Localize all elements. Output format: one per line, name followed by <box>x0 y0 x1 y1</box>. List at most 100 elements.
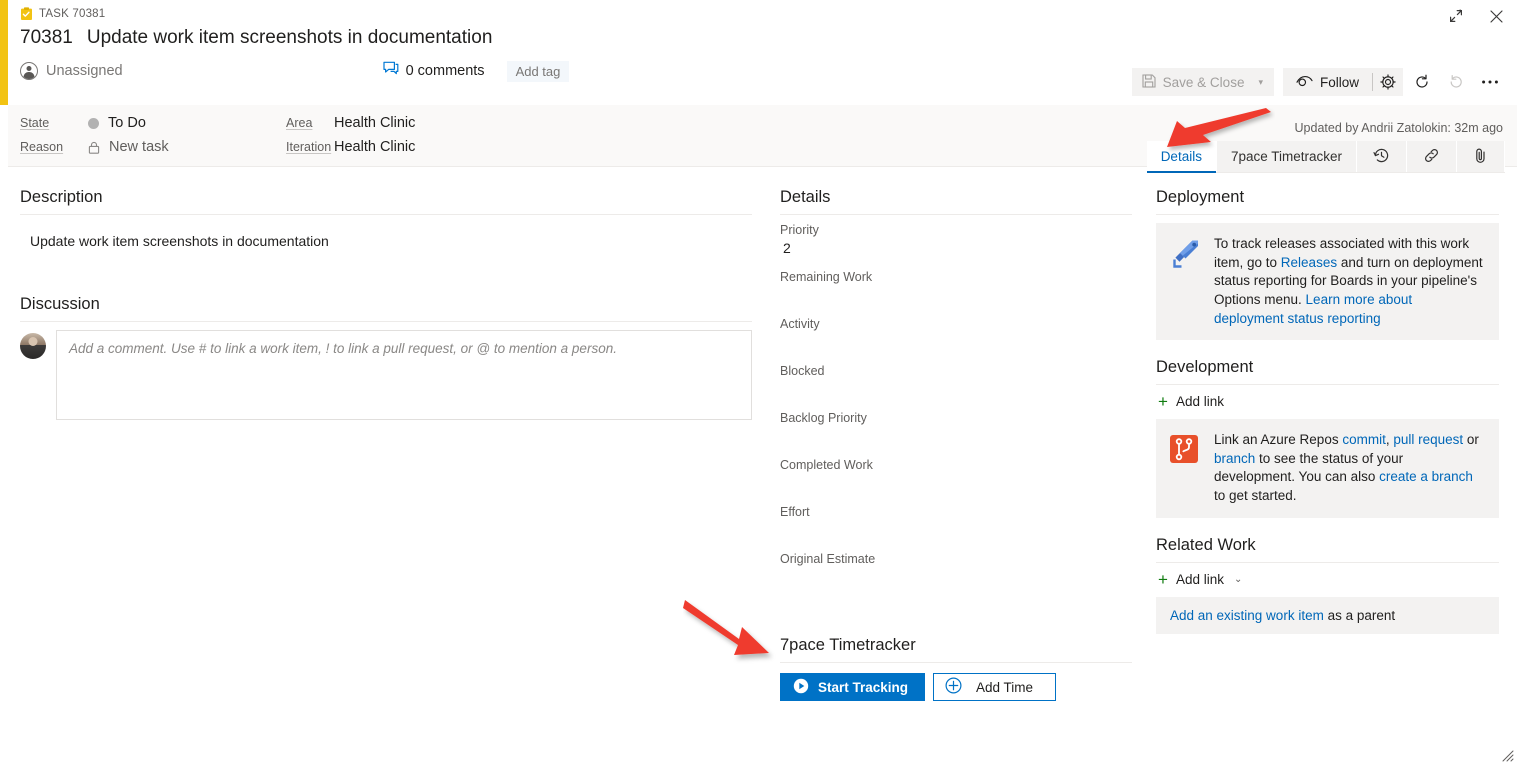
state-label[interactable]: State <box>20 116 49 130</box>
comments-link[interactable]: 0 comments <box>382 61 485 81</box>
related-work-heading: Related Work <box>1156 535 1256 554</box>
state-value[interactable]: To Do <box>88 113 286 133</box>
field-effort-value[interactable] <box>780 522 1132 541</box>
comments-count: 0 comments <box>405 63 485 79</box>
timetracker-heading: 7pace Timetracker <box>780 636 916 654</box>
follow-label: Follow <box>1319 74 1359 90</box>
field-backlog-priority-value[interactable] <box>780 428 1132 447</box>
reason-value: New task <box>88 137 286 157</box>
detail-tabstrip: Details 7pace Timetracker <box>1146 141 1505 173</box>
link-icon <box>1423 147 1440 167</box>
pull-request-link[interactable]: pull request <box>1393 432 1463 447</box>
eye-icon <box>1296 75 1313 90</box>
as-a-parent-text: as a parent <box>1323 607 1396 623</box>
tab-details[interactable]: Details <box>1146 141 1217 173</box>
add-tag-button[interactable]: Add tag <box>506 60 570 82</box>
field-blocked-label: Blocked <box>780 364 825 378</box>
resize-grip[interactable] <box>1500 748 1514 762</box>
description-body[interactable]: Update work item screenshots in document… <box>20 223 752 251</box>
field-priority-value[interactable]: 2 <box>780 240 1132 259</box>
field-effort-label: Effort <box>780 505 810 519</box>
ellipsis-icon[interactable] <box>1475 68 1505 96</box>
chevron-down-icon[interactable]: ▾ <box>1255 77 1274 88</box>
field-remaining-work-label: Remaining Work <box>780 270 873 284</box>
comment-input[interactable]: Add a comment. Use # to link a work item… <box>56 330 752 421</box>
start-tracking-label: Start Tracking <box>818 679 909 695</box>
commit-link[interactable]: commit <box>1342 432 1386 447</box>
area-label[interactable]: Area <box>286 116 312 130</box>
related-work-divider <box>1156 561 1499 563</box>
deployment-divider <box>1156 214 1499 215</box>
work-item-dialog: TASK 70381 70381 Update work item screen… <box>0 0 1517 765</box>
development-heading: Development <box>1156 358 1254 377</box>
iteration-value[interactable]: Health Clinic <box>334 137 415 157</box>
add-time-button[interactable]: Add Time <box>933 673 1057 701</box>
deployment-info-card: To track releases associated with this w… <box>1156 223 1499 341</box>
development-text-5: to get started. <box>1214 488 1297 503</box>
deployment-heading: Deployment <box>1156 188 1245 206</box>
reason-label[interactable]: Reason <box>20 140 63 154</box>
development-add-link-label: Add link <box>1175 394 1224 410</box>
discussion-area: Add a comment. Use # to link a work item… <box>20 330 752 421</box>
field-remaining-work: Remaining Work <box>780 270 1132 306</box>
development-add-link-button[interactable]: + Add link <box>1158 393 1224 410</box>
development-divider <box>1156 384 1499 386</box>
tab-7pace-timetracker[interactable]: 7pace Timetracker <box>1216 141 1357 172</box>
plus-icon: + <box>1158 569 1168 589</box>
left-column: Description Update work item screenshots… <box>8 175 770 765</box>
assigned-to-field[interactable]: Unassigned <box>20 62 123 80</box>
person-icon <box>20 62 38 80</box>
related-work-add-link-label: Add link <box>1175 571 1224 587</box>
field-effort: Effort <box>780 505 1132 541</box>
details-divider <box>780 214 1132 215</box>
plus-circle-icon <box>945 677 962 697</box>
field-completed-work-label: Completed Work <box>780 458 873 472</box>
field-activity-value[interactable] <box>780 334 1132 353</box>
comment-icon <box>382 61 399 81</box>
follow-button[interactable]: Follow <box>1283 68 1372 96</box>
field-backlog-priority: Backlog Priority <box>780 411 1132 447</box>
tab-links[interactable] <box>1407 141 1457 172</box>
related-work-add-link-button[interactable]: + Add link ⌄ <box>1158 571 1242 588</box>
details-heading: Details <box>780 188 831 206</box>
comment-placeholder: Add a comment. Use # to link a work item… <box>69 341 617 357</box>
work-item-id: 70381 <box>20 27 73 48</box>
development-text-3: or <box>1463 432 1479 448</box>
tab-details-label: Details <box>1160 149 1202 164</box>
discussion-divider <box>20 321 752 323</box>
save-and-close-button[interactable]: Save & Close ▾ <box>1131 68 1274 96</box>
branch-link[interactable]: branch <box>1214 451 1255 466</box>
releases-link[interactable]: Releases <box>1281 255 1337 270</box>
field-completed-work: Completed Work <box>780 458 1132 494</box>
refresh-icon[interactable] <box>1407 68 1437 96</box>
add-time-label: Add Time <box>976 679 1034 695</box>
assignee-name: Unassigned <box>46 63 123 79</box>
field-priority: Priority 2 <box>780 223 1132 259</box>
start-tracking-button[interactable]: Start Tracking <box>780 673 926 701</box>
gear-icon[interactable] <box>1373 68 1403 96</box>
create-a-branch-link[interactable]: create a branch <box>1379 469 1473 484</box>
work-item-title[interactable]: Update work item screenshots in document… <box>87 27 493 49</box>
field-remaining-work-value[interactable] <box>780 287 1132 306</box>
tab-attachments[interactable] <box>1457 141 1505 172</box>
undo-icon <box>1441 68 1471 96</box>
updated-by-text: Updated by Andrii Zatolokin: 32m ago <box>1294 121 1503 135</box>
development-info-text: Link an Azure Repos commit, pull request… <box>1214 431 1485 506</box>
area-value[interactable]: Health Clinic <box>334 113 415 133</box>
tab-7pace-label: 7pace Timetracker <box>1230 149 1342 164</box>
timetracker-section: 7pace Timetracker Start Tracking Add Tim… <box>780 636 1132 701</box>
add-existing-work-item-link[interactable]: Add an existing work item <box>1170 608 1324 623</box>
field-priority-label: Priority <box>780 223 819 237</box>
field-original-estimate-value[interactable] <box>780 569 1132 588</box>
timetracker-divider <box>780 662 1132 663</box>
tab-history[interactable] <box>1357 141 1407 172</box>
description-divider <box>20 214 752 215</box>
save-icon <box>1142 73 1156 91</box>
field-completed-work-value[interactable] <box>780 475 1132 494</box>
avatar <box>20 333 46 360</box>
field-blocked-value[interactable] <box>780 381 1132 400</box>
field-original-estimate-label: Original Estimate <box>780 552 876 566</box>
discussion-heading: Discussion <box>20 295 100 314</box>
iteration-label[interactable]: Iteration <box>286 140 331 154</box>
right-column: Deployment To track releases associated … <box>1150 175 1517 765</box>
